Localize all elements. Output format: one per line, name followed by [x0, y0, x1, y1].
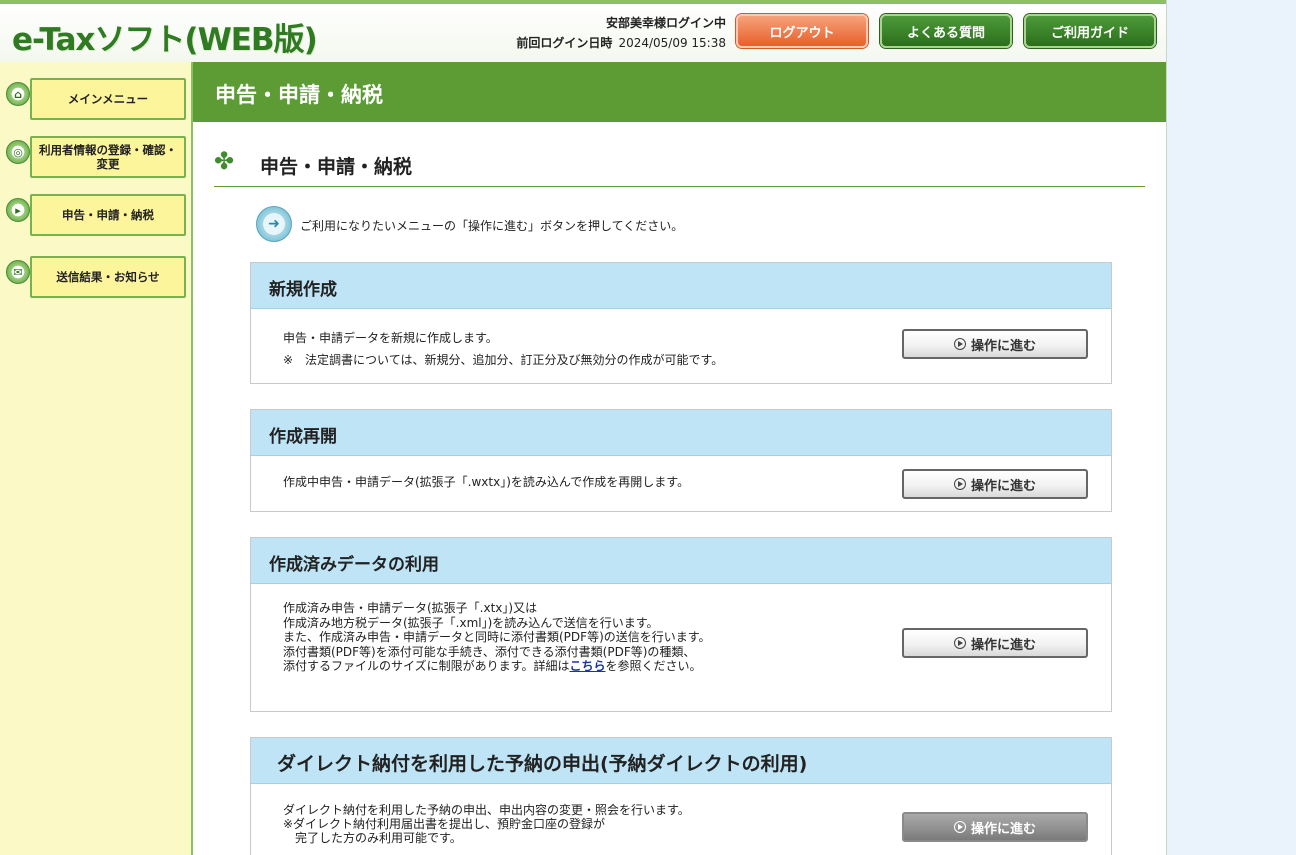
button-label: 操作に進む [970, 478, 1036, 494]
desc-line-with-link: 添付するファイルのサイズに制限があります。詳細はこちらを参照ください。 [283, 659, 711, 674]
proceed-button-existing[interactable]: 操作に進む [902, 628, 1088, 658]
desc-line: 添付書類(PDF等)を添付可能な手続き、添付できる添付書類(PDF等)の種類、 [283, 644, 696, 659]
desc-line: 作成中申告・申請データ(拡張子「.wxtx」)を読み込んで作成を再開します。 [283, 475, 690, 489]
faq-button[interactable]: よくある質問 [880, 14, 1012, 48]
desc-line: ※ 法定調書については、新規分、追加分、訂正分及び無効分の作成が可能です。 [283, 353, 724, 367]
play-icon [953, 478, 966, 490]
panel-body: 作成中申告・申請データ(拡張子「.wxtx」)を読み込んで作成を再開します。 操… [251, 456, 1111, 511]
login-info: 安部美幸様ログイン中 前回ログイン日時 2024/05/09 15:38 [516, 13, 726, 53]
sidebar-item-label: 申告・申請・納税 [30, 194, 186, 236]
document-icon: ▸ [6, 198, 30, 222]
button-label: 操作に進む [970, 338, 1036, 354]
mail-icon: ✉ [6, 260, 30, 284]
desc-text: 添付するファイルのサイズに制限があります。詳細は [283, 659, 570, 673]
sidebar-item-main-menu[interactable]: メインメニュー ⌂ [2, 78, 188, 120]
panel-description: 作成中申告・申請データ(拡張子「.wxtx」)を読み込んで作成を再開します。 [283, 475, 689, 490]
desc-line: 申告・申請データを新規に作成します。 [283, 331, 498, 345]
app-logo: e-Taxソフト(WEB版) [12, 22, 318, 58]
page-title-bar: 申告・申請・納税 [193, 62, 1166, 122]
desc-line: 作成済み申告・申請データ(拡張子「.xtx」)又は [283, 601, 538, 615]
desc-line: また、作成済み申告・申請データと同時に添付書類(PDF等)の送信を行います。 [283, 630, 711, 644]
sidebar-item-label: 送信結果・お知らせ [30, 256, 186, 298]
desc-line: 完了した方のみ利用可能です。 [283, 831, 462, 845]
last-login: 前回ログイン日時 2024/05/09 15:38 [516, 33, 726, 53]
user-settings-icon: ◎ [6, 140, 30, 164]
panel-title: 作成再開 [251, 410, 1111, 456]
panel-body: 作成済み申告・申請データ(拡張子「.xtx」)又は 作成済み地方税データ(拡張子… [251, 584, 1111, 711]
proceed-button-direct-payment[interactable]: 操作に進む [902, 812, 1088, 842]
sidebar-item-results[interactable]: 送信結果・お知らせ ✉ [2, 256, 188, 298]
desc-line: 作成済み地方税データ(拡張子「.xml」)を読み込んで送信を行います。 [283, 615, 659, 630]
sidebar-item-filing[interactable]: 申告・申請・納税 ▸ [2, 194, 188, 236]
desc-text: を参照ください。 [605, 659, 702, 673]
instruction-text: ご利用になりたいメニューの「操作に進む」ボタンを押してください。 [300, 219, 684, 233]
sidebar-item-user-info[interactable]: 利用者情報の登録・確認・変更 ◎ [2, 136, 188, 178]
panel-title: 作成済みデータの利用 [251, 538, 1111, 584]
panel-direct-payment: ダイレクト納付を利用した予納の申出(予納ダイレクトの利用) ダイレクト納付を利用… [250, 737, 1112, 855]
section-heading: ✤ 申告・申請・納税 [214, 146, 1145, 187]
panel-title: 新規作成 [251, 263, 1111, 309]
panel-description: ダイレクト納付を利用した予納の申出、申出内容の変更・照会を行います。 ※ダイレク… [283, 803, 690, 845]
panel-description: 作成済み申告・申請データ(拡張子「.xtx」)又は 作成済み地方税データ(拡張子… [283, 601, 711, 674]
button-label: 操作に進む [970, 821, 1036, 837]
panel-body: ダイレクト納付を利用した予納の申出、申出内容の変更・照会を行います。 ※ダイレク… [251, 784, 1111, 855]
panel-body: 申告・申請データを新規に作成します。 ※ 法定調書については、新規分、追加分、訂… [251, 309, 1111, 383]
panel-new: 新規作成 申告・申請データを新規に作成します。 ※ 法定調書については、新規分、… [250, 262, 1112, 384]
details-link[interactable]: こちら [569, 659, 605, 673]
desc-line: ダイレクト納付を利用した予納の申出、申出内容の変更・照会を行います。 [283, 803, 690, 817]
sidebar-item-label: 利用者情報の登録・確認・変更 [30, 136, 186, 178]
app-window: e-Taxソフト(WEB版) 安部美幸様ログイン中 前回ログイン日時 2024/0… [0, 0, 1167, 855]
logout-button[interactable]: ログアウト [736, 14, 868, 48]
panel-existing-data: 作成済みデータの利用 作成済み申告・申請データ(拡張子「.xtx」)又は 作成済… [250, 537, 1112, 712]
last-login-label: 前回ログイン日時 [516, 36, 613, 50]
proceed-button-resume[interactable]: 操作に進む [902, 469, 1088, 499]
user-status: 安部美幸様ログイン中 [605, 16, 726, 30]
clover-icon: ✤ [214, 147, 235, 175]
panel-title: ダイレクト納付を利用した予納の申出(予納ダイレクトの利用) [251, 738, 1111, 784]
desc-line: ※ダイレクト納付利用届出書を提出し、預貯金口座の登録が [283, 817, 606, 831]
home-icon: ⌂ [6, 82, 30, 106]
play-icon [953, 821, 966, 833]
play-icon [953, 338, 966, 350]
play-icon [953, 637, 966, 649]
panel-description: 申告・申請データを新規に作成します。 ※ 法定調書については、新規分、追加分、訂… [283, 327, 723, 371]
panel-resume: 作成再開 作成中申告・申請データ(拡張子「.wxtx」)を読み込んで作成を再開し… [250, 409, 1112, 512]
sidebar-item-label: メインメニュー [30, 78, 186, 120]
proceed-button-new[interactable]: 操作に進む [902, 329, 1088, 359]
next-page-icon: ➜ [256, 206, 292, 242]
guide-button[interactable]: ご利用ガイド [1024, 14, 1156, 48]
page-title: 申告・申請・納税 [215, 83, 383, 107]
section-title: 申告・申請・納税 [260, 156, 413, 178]
button-label: 操作に進む [970, 637, 1036, 653]
last-login-value: 2024/05/09 15:38 [618, 36, 726, 50]
header: e-Taxソフト(WEB版) 安部美幸様ログイン中 前回ログイン日時 2024/0… [0, 0, 1166, 62]
sidebar: メインメニュー ⌂ 利用者情報の登録・確認・変更 ◎ 申告・申請・納税 ▸ 送信… [0, 62, 193, 855]
